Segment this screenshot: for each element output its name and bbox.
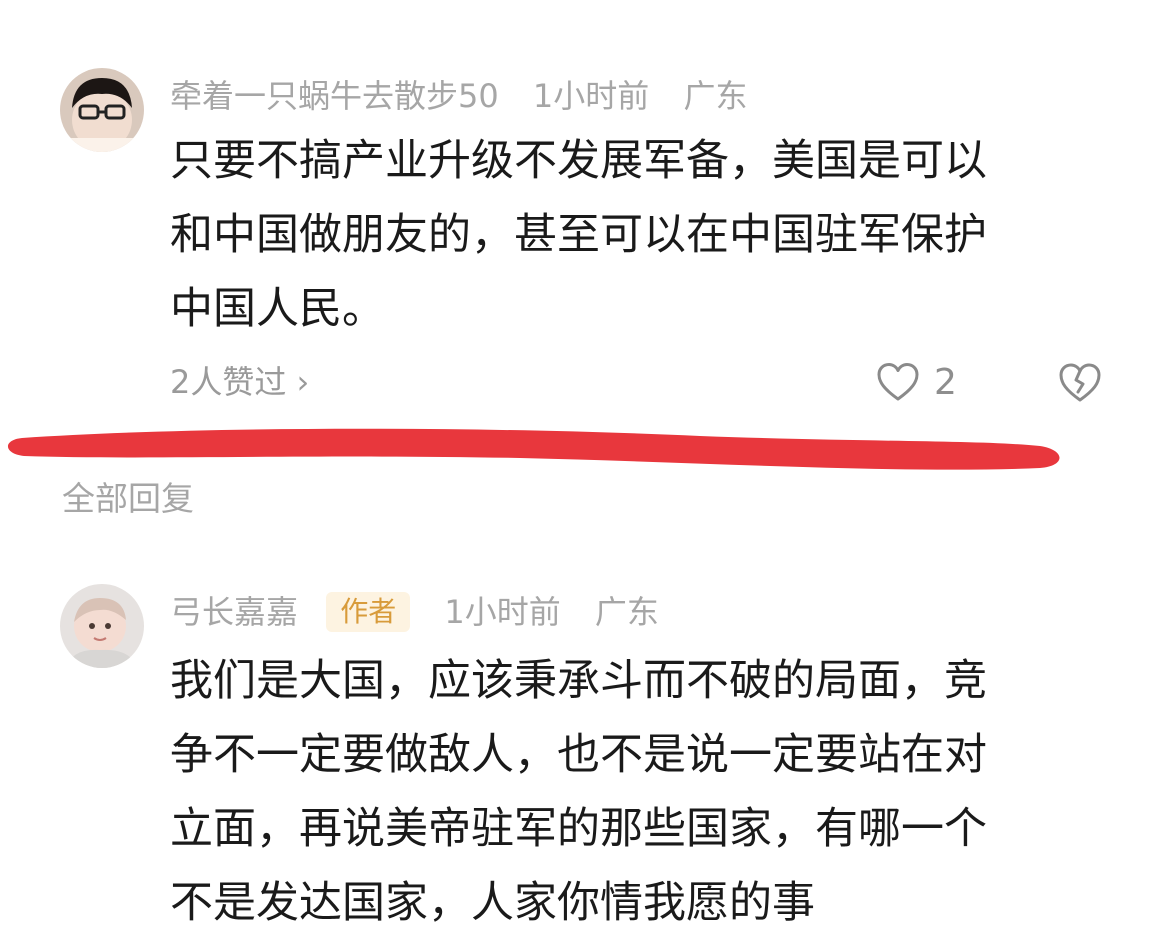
red-highlight-stroke xyxy=(7,428,1060,470)
comment-line: 只要不搞产业升级不发展军备，美国是可以 xyxy=(170,136,987,186)
author-username[interactable]: 弓长嘉嘉 xyxy=(170,592,298,632)
reply-location: 广东 xyxy=(594,593,659,631)
comment-time: 1小时前 xyxy=(532,77,650,115)
broken-heart-icon[interactable] xyxy=(1058,360,1102,404)
likers-link[interactable]: 2人赞过 › xyxy=(170,360,309,404)
like-count: 2 xyxy=(934,361,957,403)
comment-line: 和中国做朋友的，甚至可以在中国驻军保护 xyxy=(170,210,987,260)
comment-meta: 牵着一只蜗牛去散步50 1小时前 广东 xyxy=(170,74,747,116)
reply-line: 立面，再说美帝驻军的那些国家，有哪一个 xyxy=(170,804,987,854)
heart-outline-icon xyxy=(877,363,919,401)
reply-meta: 弓长嘉嘉 作者 1小时前 广东 xyxy=(170,590,659,632)
reply-line: 不是发达国家，人家你情我愿的事 xyxy=(170,878,815,928)
comment-body: 只要不搞产业升级不发展军备，美国是可以 和中国做朋友的，甚至可以在中国驻军保护 … xyxy=(170,124,987,346)
author-badge: 作者 xyxy=(326,592,411,632)
reply-body: 我们是大国，应该秉承斗而不破的局面，竞 争不一定要做敌人，也不是说一定要站在对 … xyxy=(170,644,987,940)
reply-line: 我们是大国，应该秉承斗而不破的局面，竞 xyxy=(170,656,987,706)
reply-time: 1小时前 xyxy=(444,593,561,631)
reply-line: 争不一定要做敌人，也不是说一定要站在对 xyxy=(170,730,987,780)
section-title-all-replies: 全部回复 xyxy=(62,479,194,518)
avatar-author[interactable] xyxy=(60,584,144,668)
avatar-commenter[interactable] xyxy=(60,68,144,152)
comment-location: 广东 xyxy=(683,77,748,115)
comment-line: 中国人民。 xyxy=(170,284,385,334)
commenter-username[interactable]: 牵着一只蜗牛去散步50 xyxy=(170,76,499,116)
like-button[interactable]: 2 xyxy=(876,358,957,406)
